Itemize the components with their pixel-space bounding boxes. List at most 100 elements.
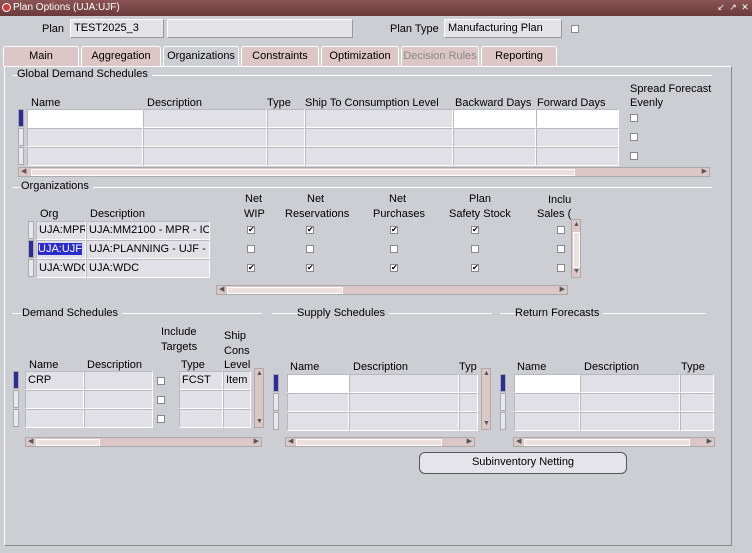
org-row-indicator[interactable]	[28, 240, 34, 258]
subinventory-netting-button[interactable]: Subinventory Netting	[419, 452, 627, 474]
include-sales-orders-checkbox[interactable]	[557, 264, 565, 272]
scroll-down-icon[interactable]: ▼	[256, 418, 263, 426]
ss-name-cell[interactable]	[287, 412, 349, 431]
ds-include-checkbox[interactable]	[157, 415, 165, 423]
ss-hscroll-thumb[interactable]	[296, 439, 442, 446]
gd-backward-cell[interactable]	[453, 128, 536, 147]
rf-type-cell[interactable]	[680, 393, 714, 412]
rf-desc-cell[interactable]	[580, 393, 680, 412]
net-purchases-checkbox[interactable]	[390, 245, 398, 253]
ss-row-indicator[interactable]	[273, 374, 279, 392]
org-code-cell[interactable]: UJA:WDC	[36, 259, 86, 278]
ss-row-indicator[interactable]	[273, 412, 279, 430]
gd-forward-cell[interactable]	[536, 109, 619, 128]
ds-desc-cell[interactable]	[84, 409, 153, 428]
scroll-right-icon[interactable]: ▶	[560, 286, 565, 294]
net-reservations-checkbox[interactable]: ✔	[306, 264, 314, 272]
ds-level-cell[interactable]	[223, 409, 251, 428]
rf-name-cell[interactable]	[514, 412, 580, 431]
rf-horizontal-scrollbar[interactable]: ◀ ▶	[513, 437, 715, 447]
rf-row-indicator[interactable]	[500, 412, 506, 430]
ds-level-cell[interactable]	[223, 390, 251, 409]
rf-desc-cell[interactable]	[580, 374, 680, 393]
plan-name-field[interactable]: TEST2025_3	[70, 19, 164, 38]
gd-name-cell[interactable]	[27, 128, 143, 147]
ds-name-cell[interactable]: CRP	[25, 371, 84, 390]
scroll-left-icon[interactable]: ◀	[219, 286, 224, 294]
gd-spread-checkbox[interactable]	[630, 152, 638, 160]
gd-type-cell[interactable]	[267, 109, 305, 128]
net-purchases-checkbox[interactable]: ✔	[390, 264, 398, 272]
gd-forward-cell[interactable]	[536, 128, 619, 147]
scroll-left-icon[interactable]: ◀	[516, 438, 521, 446]
net-reservations-checkbox[interactable]: ✔	[306, 226, 314, 234]
tab-optimization[interactable]: Optimization	[321, 46, 399, 66]
plan-description-field[interactable]	[167, 19, 353, 38]
org-row-indicator[interactable]	[28, 221, 34, 239]
gd-spread-checkbox[interactable]	[630, 114, 638, 122]
ds-vertical-scrollbar[interactable]: ▲ ▼	[254, 368, 264, 428]
ds-type-cell[interactable]	[179, 409, 223, 428]
ds-row-indicator[interactable]	[13, 371, 19, 389]
rf-desc-cell[interactable]	[580, 412, 680, 431]
ss-row-indicator[interactable]	[273, 393, 279, 411]
plan-safety-stock-checkbox[interactable]	[471, 245, 479, 253]
org-vscroll-thumb[interactable]	[573, 232, 580, 268]
gd-ship-cell[interactable]	[305, 109, 453, 128]
org-desc-cell[interactable]: UJA:PLANNING - UJF - IO	[86, 240, 210, 259]
ss-desc-cell[interactable]	[349, 393, 459, 412]
gd-type-cell[interactable]	[267, 147, 305, 166]
gd-name-cell[interactable]	[27, 147, 143, 166]
org-hscroll-thumb[interactable]	[227, 287, 343, 294]
plan-type-field[interactable]: Manufacturing Plan	[444, 19, 562, 38]
tab-decision-rules[interactable]: Decision Rules	[401, 46, 479, 66]
scroll-right-icon[interactable]: ▶	[707, 438, 712, 446]
ss-horizontal-scrollbar[interactable]: ◀ ▶	[285, 437, 475, 447]
ss-type-cell[interactable]	[459, 393, 478, 412]
scroll-up-icon[interactable]: ▲	[483, 370, 490, 378]
ds-row-indicator[interactable]	[13, 409, 19, 427]
org-code-cell-current[interactable]: UJA:UJF	[36, 240, 86, 259]
gd-name-cell[interactable]	[27, 109, 143, 128]
tab-main[interactable]: Main	[3, 46, 79, 66]
ds-include-checkbox[interactable]	[157, 396, 165, 404]
gd-desc-cell[interactable]	[143, 109, 267, 128]
plan-safety-stock-checkbox[interactable]: ✔	[471, 226, 479, 234]
gd-desc-cell[interactable]	[143, 147, 267, 166]
org-desc-cell[interactable]: UJA:WDC	[86, 259, 210, 278]
scroll-down-icon[interactable]: ▼	[483, 420, 490, 428]
rf-type-cell[interactable]	[680, 412, 714, 431]
rf-hscroll-thumb[interactable]	[524, 439, 690, 446]
tab-constraints[interactable]: Constraints	[241, 46, 319, 66]
ds-desc-cell[interactable]	[84, 371, 153, 390]
scroll-right-icon[interactable]: ▶	[254, 438, 259, 446]
rf-row-indicator[interactable]	[500, 393, 506, 411]
include-sales-orders-checkbox[interactable]	[557, 226, 565, 234]
gd-ship-cell[interactable]	[305, 128, 453, 147]
scroll-left-icon[interactable]: ◀	[21, 168, 26, 176]
ds-type-cell[interactable]	[179, 390, 223, 409]
net-wip-checkbox[interactable]: ✔	[247, 264, 255, 272]
scroll-left-icon[interactable]: ◀	[28, 438, 33, 446]
ss-type-cell[interactable]	[459, 374, 478, 393]
scroll-up-icon[interactable]: ▲	[573, 221, 580, 229]
rf-type-cell[interactable]	[680, 374, 714, 393]
maximize-icon[interactable]: ↗	[728, 2, 738, 12]
ds-row-indicator[interactable]	[13, 390, 19, 408]
rf-name-cell[interactable]	[514, 393, 580, 412]
ds-horizontal-scrollbar[interactable]: ◀ ▶	[25, 437, 262, 447]
org-code-cell[interactable]: UJA:MPR	[36, 221, 86, 240]
ds-name-cell[interactable]	[25, 409, 84, 428]
include-sales-orders-checkbox[interactable]	[557, 245, 565, 253]
gd-type-cell[interactable]	[267, 128, 305, 147]
ss-desc-cell[interactable]	[349, 374, 459, 393]
ds-level-cell[interactable]: Item	[223, 371, 251, 390]
ss-name-cell[interactable]	[287, 393, 349, 412]
scroll-down-icon[interactable]: ▼	[573, 268, 580, 276]
gd-row-indicator[interactable]	[18, 128, 24, 146]
rf-row-indicator[interactable]	[500, 374, 506, 392]
net-purchases-checkbox[interactable]: ✔	[390, 226, 398, 234]
gd-ship-cell[interactable]	[305, 147, 453, 166]
ds-type-cell[interactable]: FCST	[179, 371, 223, 390]
gd-spread-checkbox[interactable]	[630, 133, 638, 141]
